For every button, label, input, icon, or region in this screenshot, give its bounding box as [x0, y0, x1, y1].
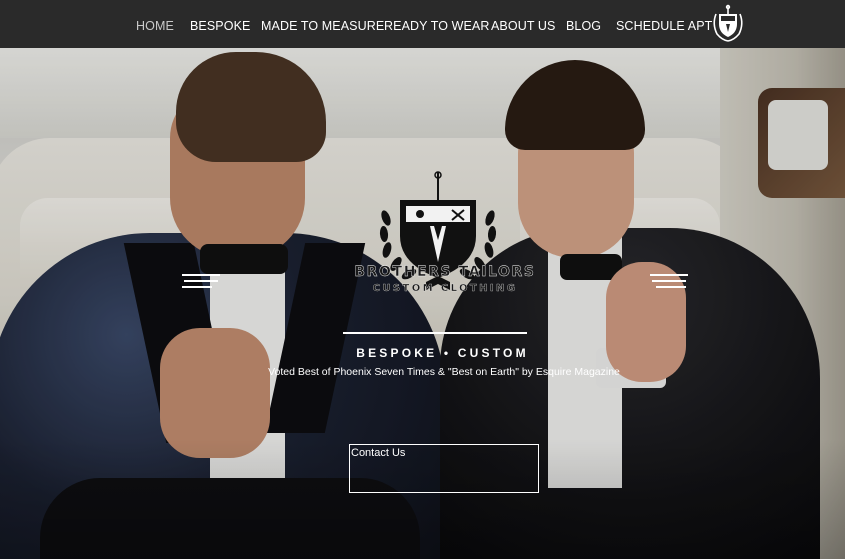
brand-name: BROTHERS TAILORS [354, 264, 536, 280]
hero-banner: BROTHERS TAILORS CUSTOM CLOTHING BESPOKE… [0, 48, 845, 559]
nav-made-to-measure[interactable]: MADE TO MEASURE [261, 19, 384, 33]
nav-bespoke[interactable]: BESPOKE [190, 19, 250, 33]
hero-tagline: BESPOKE • CUSTOM [356, 346, 529, 360]
contact-us-label: Contact Us [351, 447, 406, 459]
nav-ready-to-wear[interactable]: READY TO WEAR [384, 19, 490, 33]
decorative-lines-left [182, 274, 220, 292]
nav-home[interactable]: HOME [136, 19, 174, 33]
decorative-lines-right [650, 274, 688, 292]
crest-logo-icon[interactable] [708, 4, 748, 44]
hero-subtagline: Voted Best of Phoenix Seven Times & "Bes… [268, 366, 620, 378]
brand-subtitle: CUSTOM CLOTHING [372, 283, 518, 294]
contact-us-button[interactable]: Contact Us [349, 444, 539, 493]
hero-divider [343, 332, 527, 334]
top-nav: HOME BESPOKE MADE TO MEASURE READY TO WE… [0, 0, 845, 48]
nav-about-us[interactable]: ABOUT US [491, 19, 555, 33]
nav-schedule-apt[interactable]: SCHEDULE APT [616, 19, 712, 33]
nav-blog[interactable]: BLOG [566, 19, 601, 33]
